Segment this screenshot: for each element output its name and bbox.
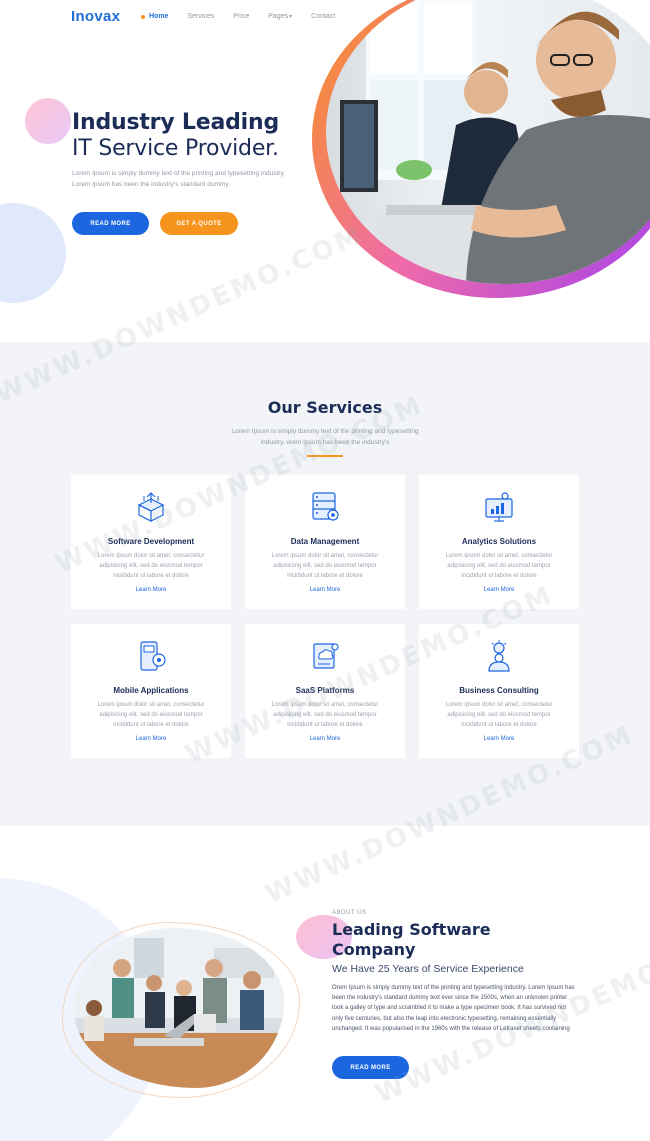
- hero-title-line2: IT Service Provider.: [72, 136, 279, 161]
- services-section: Our Services Lorem Ipsum is simply dummy…: [0, 342, 650, 826]
- about-title: Leading Software Company: [332, 920, 491, 959]
- hero-description-line2: Lorem Ipsum has been the industry's stan…: [72, 181, 230, 188]
- active-dot-icon: [141, 14, 145, 19]
- nav-item-pages[interactable]: Pages ▾: [268, 13, 292, 20]
- learn-more-link[interactable]: Learn More: [71, 736, 231, 742]
- decorative-pink-circle: [25, 98, 71, 144]
- service-card-saas-platforms[interactable]: SaaS Platforms Lorem ipsum dolor sit ame…: [245, 624, 405, 758]
- decorative-blue-circle: [0, 203, 66, 303]
- nav-item-services[interactable]: Services: [187, 13, 214, 20]
- hero-description-line1: Lorem Ipsum is simply dummy text of the …: [72, 170, 286, 177]
- card-title: SaaS Platforms: [295, 686, 355, 695]
- card-description: Lorem ipsum dolor sit amet, consectetur …: [271, 702, 379, 728]
- service-card-software-development[interactable]: Software Development Lorem ipsum dolor s…: [71, 475, 231, 609]
- hero-title-line1: Industry Leading: [72, 110, 280, 135]
- hero-section: Industry Leading IT Service Provider. Lo…: [0, 0, 650, 340]
- card-title: Mobile Applications: [113, 686, 189, 695]
- hero-description: Lorem Ipsum is simply dummy text of the …: [72, 168, 332, 190]
- card-description: Lorem ipsum dolor sit amet, consectetur …: [97, 702, 205, 728]
- services-description-line1: Lorem Ipsum is simply dummy text of the …: [231, 428, 419, 435]
- card-title: Software Development: [107, 537, 195, 546]
- service-card-business-consulting[interactable]: Business Consulting Lorem ipsum dolor si…: [419, 624, 579, 758]
- card-description: Lorem ipsum dolor sit amet, consectetur …: [445, 702, 553, 728]
- learn-more-link[interactable]: Learn More: [71, 587, 231, 593]
- about-description: Orem Ipsum is simply dummy text of the p…: [332, 985, 575, 1032]
- nav-item-pages-label: Pages: [268, 13, 289, 20]
- nav-item-contact[interactable]: Contact: [311, 13, 335, 20]
- consultant-idea-icon: [488, 640, 510, 672]
- services-title: Our Services: [267, 398, 383, 417]
- server-gear-icon: [312, 492, 339, 521]
- cloud-document-icon: [313, 643, 339, 669]
- hero-image: [312, 0, 650, 298]
- learn-more-link[interactable]: Learn More: [419, 736, 579, 742]
- nav-item-home-label: Home: [149, 13, 169, 20]
- site-logo[interactable]: Inovax: [71, 8, 120, 25]
- card-title: Data Management: [290, 537, 360, 546]
- chart-monitor-icon: [485, 492, 513, 522]
- card-description: Lorem ipsum dolor sit amet, consectetur …: [445, 553, 553, 579]
- nav-item-services-label: Services: [187, 13, 215, 20]
- about-read-more-button[interactable]: READ MORE: [332, 1056, 409, 1079]
- hero-read-more-button[interactable]: READ MORE: [72, 212, 149, 235]
- card-description: Lorem ipsum dolor sit amet, consectetur …: [97, 553, 205, 579]
- caret-down-icon: ▾: [289, 14, 293, 20]
- about-tag: ABOUT US: [332, 910, 367, 916]
- nav-item-contact-label: Contact: [311, 13, 336, 20]
- learn-more-link[interactable]: Learn More: [419, 587, 579, 593]
- get-a-quote-button[interactable]: GET A QUOTE: [160, 212, 238, 235]
- main-menu: Home Services Price Pages ▾ Contact: [141, 13, 354, 20]
- about-section: ABOUT US Leading Software Company We Hav…: [0, 826, 650, 1141]
- nav-item-home[interactable]: Home: [141, 13, 168, 20]
- services-description: Lorem Ipsum is simply dummy text of the …: [215, 426, 435, 448]
- service-card-mobile-applications[interactable]: Mobile Applications Lorem ipsum dolor si…: [71, 624, 231, 758]
- services-title-underline: [307, 455, 343, 457]
- card-title: Analytics Solutions: [461, 537, 537, 546]
- about-subtitle: We Have 25 Years of Service Experience: [332, 963, 524, 975]
- card-description: Lorem ipsum dolor sit amet, consectetur …: [271, 553, 379, 579]
- services-description-line2: industry. orem Ipsum has been the indust…: [260, 439, 390, 446]
- mobile-gear-icon: [140, 641, 166, 671]
- top-navbar: Inovax Home Services Price Pages ▾ Contac…: [0, 0, 650, 36]
- service-card-data-management[interactable]: Data Management Lorem ipsum dolor sit am…: [245, 475, 405, 609]
- card-title: Business Consulting: [459, 686, 539, 695]
- box-upload-icon: [137, 492, 165, 522]
- learn-more-link[interactable]: Learn More: [245, 736, 405, 742]
- learn-more-link[interactable]: Learn More: [245, 587, 405, 593]
- nav-item-price[interactable]: Price: [233, 13, 249, 20]
- nav-item-price-label: Price: [233, 13, 250, 20]
- service-card-analytics-solutions[interactable]: Analytics Solutions Lorem ipsum dolor si…: [419, 475, 579, 609]
